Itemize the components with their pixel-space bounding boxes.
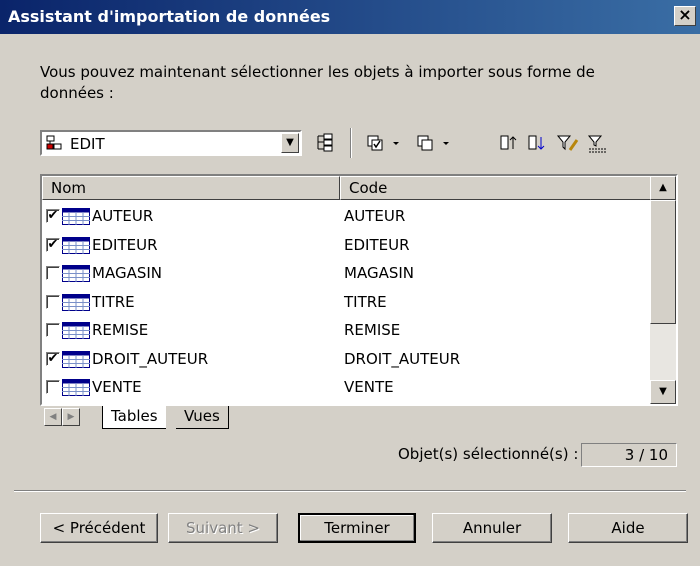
button-divider	[14, 490, 686, 492]
table-icon	[62, 236, 90, 254]
row-name: VENTE	[92, 378, 142, 396]
filter-icon[interactable]	[586, 131, 610, 155]
row-checkbox[interactable]: ✔	[46, 237, 60, 252]
table-row[interactable]: VENTE VENTE	[42, 373, 652, 402]
filter-edit-icon[interactable]	[556, 131, 580, 155]
table-icon	[62, 208, 90, 225]
row-name: EDITEUR	[92, 235, 158, 254]
row-checkbox[interactable]: ✔	[46, 351, 60, 366]
tab-strip: ◀ ▶ Tables Vues	[42, 406, 676, 430]
row-checkbox[interactable]: ✔	[46, 209, 60, 223]
hierarchy-icon[interactable]	[314, 131, 336, 155]
help-button[interactable]: Aide	[568, 513, 688, 543]
selection-count-label: Objet(s) sélectionné(s) :	[398, 445, 579, 463]
column-header-name[interactable]: Nom	[42, 176, 340, 200]
scroll-down-button[interactable]: ▼	[650, 380, 676, 404]
table-icon	[62, 265, 90, 282]
row-name: MAGASIN	[92, 264, 162, 282]
row-checkbox[interactable]	[46, 266, 60, 280]
column-header-code[interactable]: Code	[340, 176, 652, 200]
table-row[interactable]: REMISE REMISE	[42, 316, 652, 345]
model-selector[interactable]: EDIT ▼	[40, 130, 302, 156]
tab-scroll-right-button[interactable]: ▶	[62, 408, 80, 426]
selection-count-value: 3 / 10	[581, 443, 677, 467]
import-wizard-dialog: Assistant d'importation de données × Vou…	[0, 0, 700, 566]
cancel-button[interactable]: Annuler	[432, 513, 552, 543]
select-all-icon[interactable]	[366, 131, 406, 155]
instruction-text: Vous pouvez maintenant sélectionner les …	[40, 63, 595, 102]
tab-views[interactable]: Vues	[176, 406, 229, 429]
table-row[interactable]: ✔ AUTEUR AUTEUR	[42, 202, 652, 231]
model-icon	[46, 135, 62, 150]
sort-ascending-icon[interactable]	[498, 131, 520, 155]
row-code: DROIT_AUTEUR	[344, 349, 461, 368]
sort-descending-icon[interactable]	[526, 131, 548, 155]
title-bar[interactable]: Assistant d'importation de données ×	[0, 0, 700, 34]
model-selector-value: EDIT	[70, 135, 105, 153]
table-row[interactable]: MAGASIN MAGASIN	[42, 259, 652, 288]
row-checkbox[interactable]	[46, 323, 60, 337]
table-row[interactable]: TITRE TITRE	[42, 288, 652, 317]
table-row[interactable]: ✔ EDITEUR EDITEUR	[42, 231, 652, 260]
scroll-up-button[interactable]: ▲	[650, 176, 676, 200]
table-icon	[62, 379, 90, 396]
row-name: TITRE	[92, 292, 135, 311]
table-icon	[62, 322, 90, 339]
tab-scroll-left-button[interactable]: ◀	[44, 408, 62, 426]
row-code: MAGASIN	[344, 264, 414, 282]
table-icon	[62, 293, 90, 311]
table-icon	[62, 350, 90, 368]
row-name: DROIT_AUTEUR	[92, 349, 209, 368]
previous-button[interactable]: < Précédent	[40, 513, 158, 543]
row-checkbox[interactable]	[46, 380, 60, 394]
next-button[interactable]: Suivant >	[168, 513, 278, 543]
row-name: AUTEUR	[92, 207, 154, 225]
row-code: TITRE	[344, 292, 387, 311]
tab-tables[interactable]: Tables	[102, 406, 166, 429]
deselect-all-icon[interactable]	[416, 131, 456, 155]
finish-button[interactable]: Terminer	[298, 513, 416, 543]
row-name: REMISE	[92, 321, 149, 339]
row-code: REMISE	[344, 321, 401, 339]
window-title: Assistant d'importation de données	[8, 7, 331, 26]
scroll-thumb[interactable]	[650, 200, 676, 324]
vertical-scrollbar[interactable]: ▲ ▼	[650, 176, 676, 404]
toolbar-separator	[350, 128, 352, 158]
row-code: AUTEUR	[344, 207, 406, 225]
chevron-down-icon[interactable]: ▼	[281, 133, 299, 153]
objects-list: Nom Code ✔ AUTEUR AUTEUR ✔ EDITEUR EDITEUR MAG…	[40, 174, 678, 406]
row-code: EDITEUR	[344, 235, 410, 254]
row-code: VENTE	[344, 378, 394, 396]
table-row[interactable]: ✔ DROIT_AUTEUR DROIT_AUTEUR	[42, 345, 652, 374]
row-checkbox[interactable]	[46, 294, 60, 309]
close-button[interactable]: ×	[674, 6, 696, 26]
